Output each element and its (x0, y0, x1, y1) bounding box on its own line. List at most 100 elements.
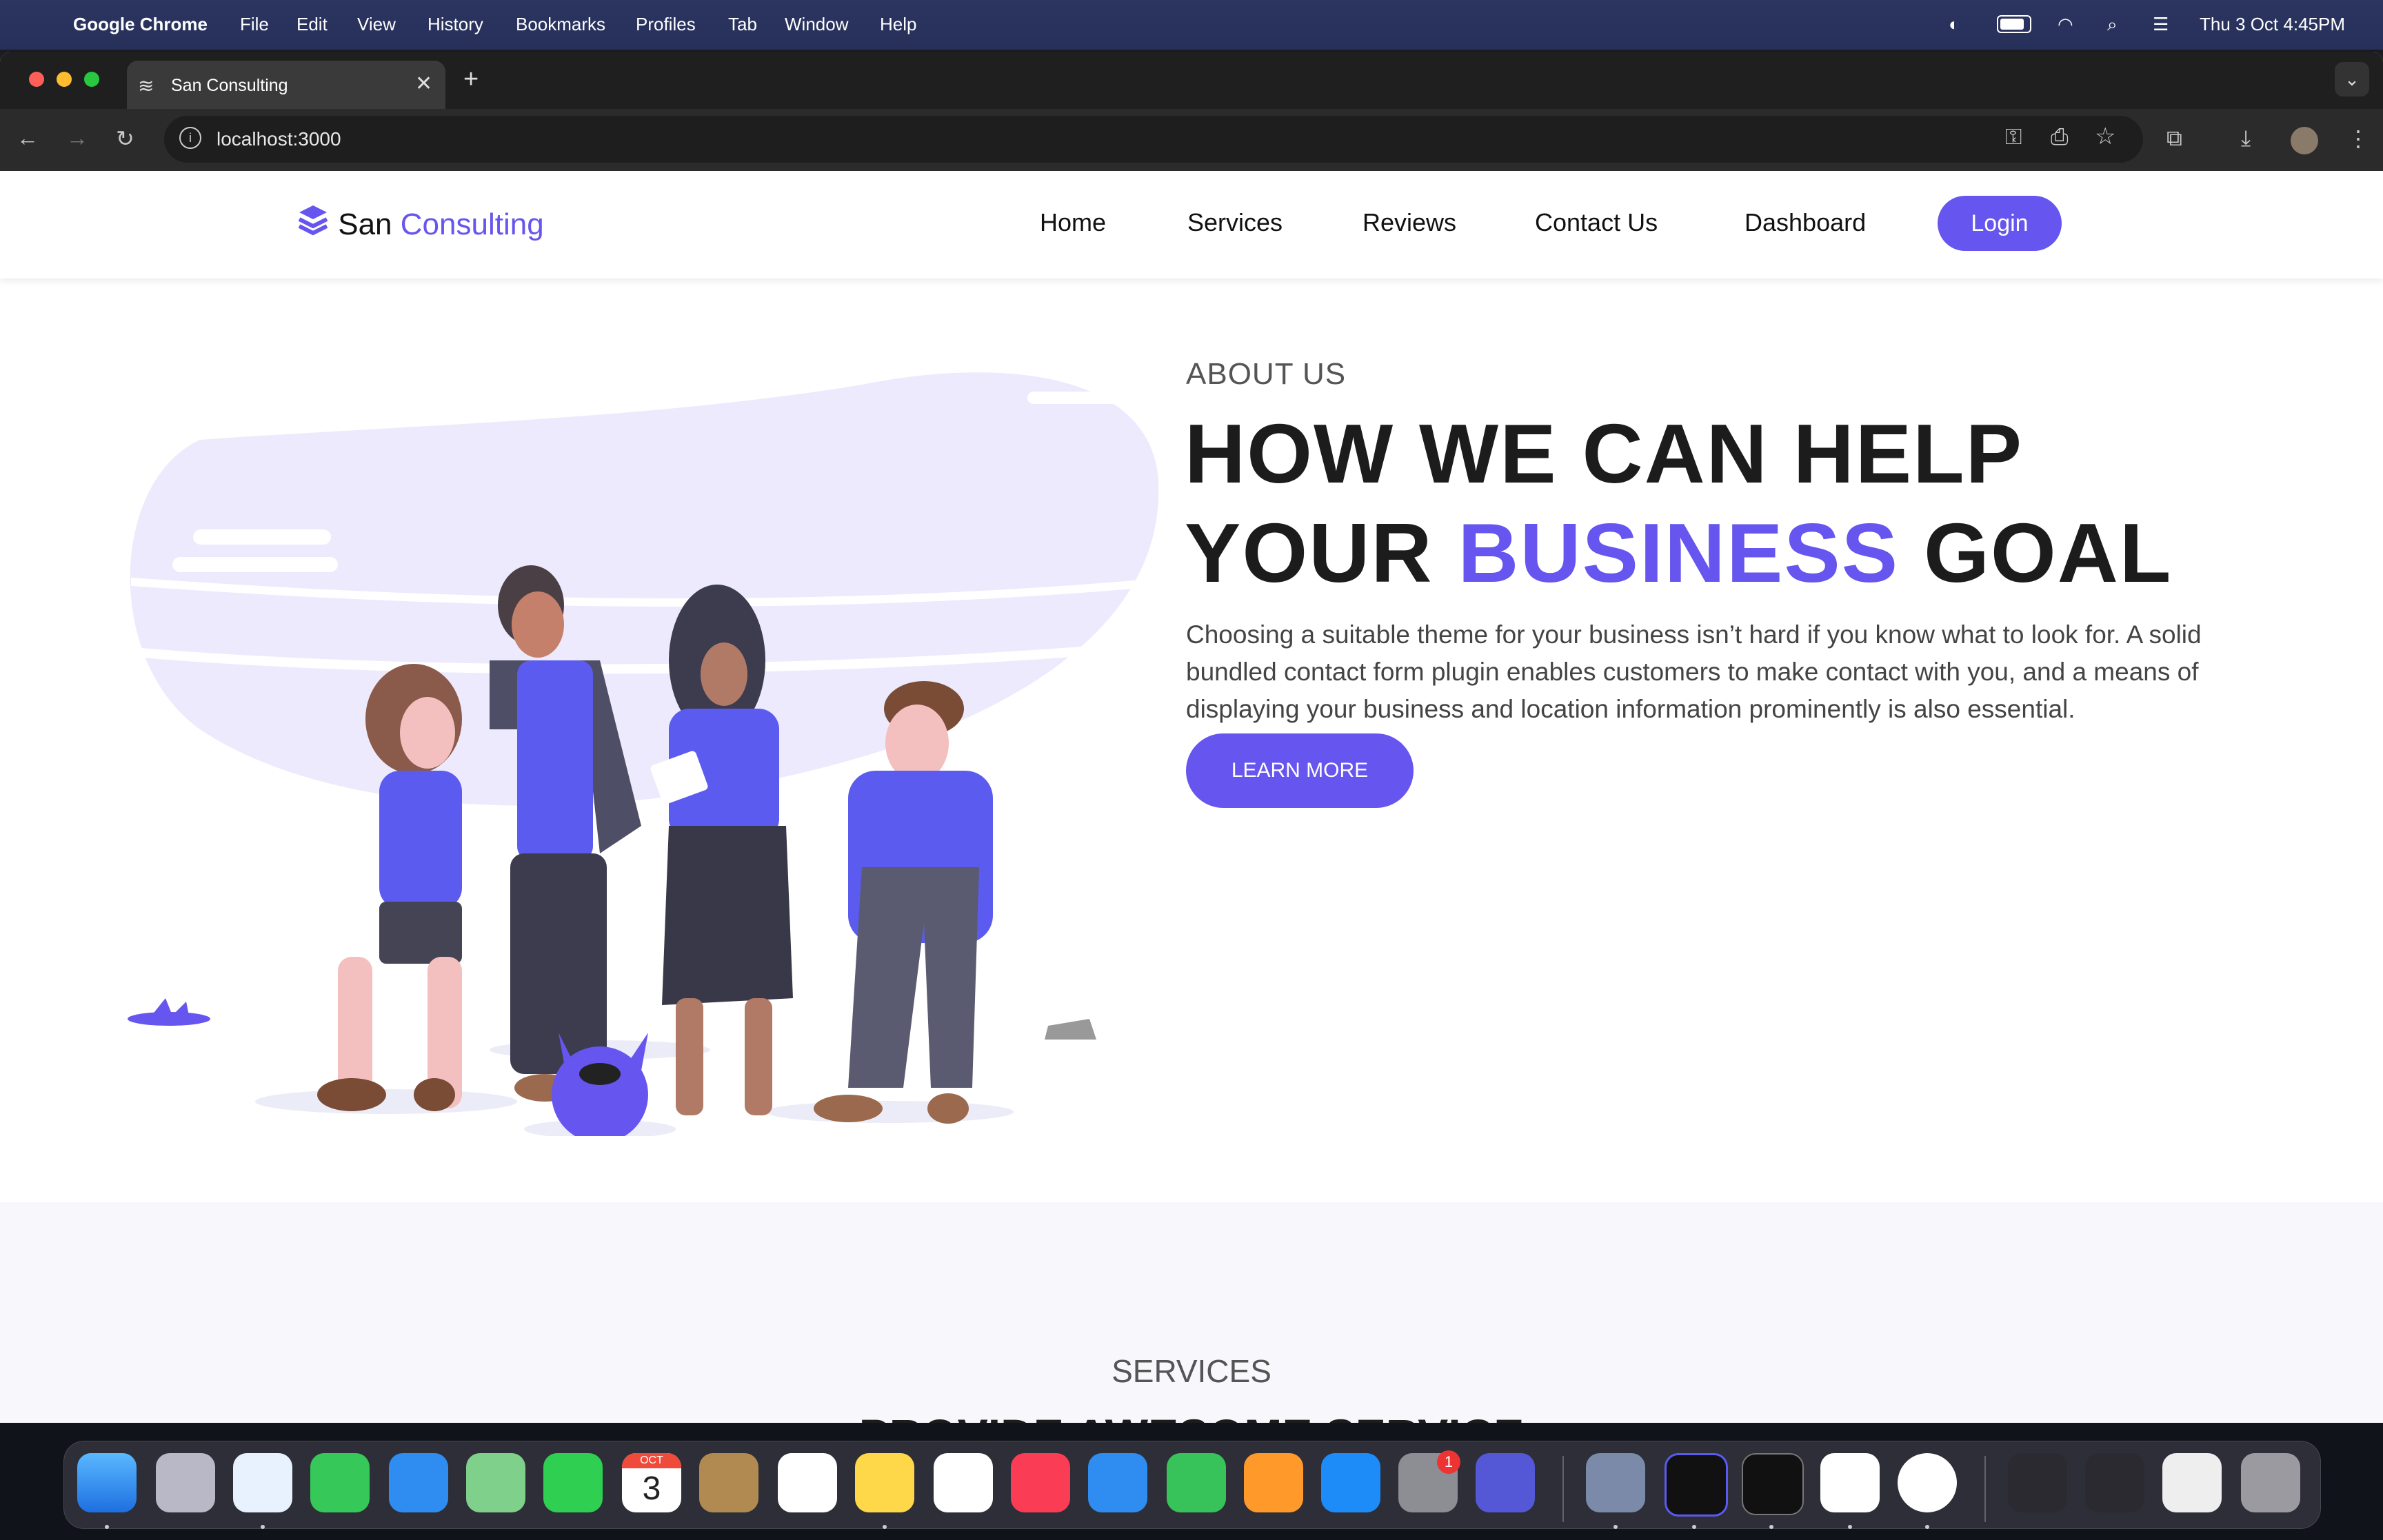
site-logo[interactable]: San Consulting (296, 204, 544, 242)
status-app-icon[interactable]: ◐ (1949, 14, 1960, 35)
messages-icon[interactable] (310, 1453, 370, 1512)
bookmark-star-icon[interactable]: ☆ (2095, 123, 2115, 150)
site-info-icon[interactable]: i (179, 127, 201, 149)
hero-title-goal: GOAL (1924, 506, 2173, 600)
menu-view[interactable]: View (357, 14, 396, 35)
back-arrow-icon[interactable]: ← (17, 125, 39, 151)
mail-icon[interactable] (389, 1453, 448, 1512)
nav-dashboard[interactable]: Dashboard (1744, 208, 1866, 237)
minimized-window-1[interactable] (2008, 1453, 2067, 1512)
services-eyebrow: SERVICES (1112, 1353, 1271, 1389)
wifi-icon[interactable]: ◠ (2058, 14, 2073, 35)
chrome-icon[interactable] (1898, 1453, 1957, 1512)
vscode-icon[interactable] (1820, 1453, 1880, 1512)
freeform-icon[interactable] (934, 1453, 993, 1512)
tab-close-icon[interactable]: ✕ (415, 72, 432, 96)
new-tab-button[interactable]: + (463, 65, 479, 94)
tab-strip: ≋ San Consulting ✕ + ⌄ (0, 52, 2383, 109)
running-indicator (1848, 1525, 1852, 1529)
hero-title-your: YOUR (1185, 506, 1434, 600)
spotlight-search-icon[interactable]: ⌕ (2107, 14, 2118, 36)
keynote-icon[interactable] (1088, 1453, 1147, 1512)
menu-tab[interactable]: Tab (728, 14, 757, 35)
password-key-icon[interactable]: ⚿ (2005, 124, 2022, 150)
calendar-day: 3 (642, 1470, 661, 1507)
profile-avatar[interactable] (2291, 127, 2318, 154)
window-minimize-button[interactable] (57, 72, 72, 87)
team-illustration (124, 372, 1165, 1136)
menu-edit[interactable]: Edit (296, 14, 328, 35)
safari-icon[interactable] (233, 1453, 292, 1512)
menu-file[interactable]: File (240, 14, 269, 35)
maps-icon[interactable] (466, 1453, 525, 1512)
menu-history[interactable]: History (428, 14, 483, 35)
menubar-clock[interactable]: Thu 3 Oct 4:45PM (2200, 14, 2345, 35)
hero-title-line-2: YOUR BUSINESS GOAL (1185, 505, 2172, 601)
brand-name-second: Consulting (400, 207, 544, 241)
running-indicator (105, 1525, 109, 1529)
learn-more-button[interactable]: LEARN MORE (1186, 733, 1414, 808)
url-text: localhost:3000 (217, 128, 341, 150)
calendar-icon[interactable]: OCT 3 (622, 1453, 681, 1512)
terminal-icon[interactable] (1742, 1453, 1804, 1515)
running-indicator (1613, 1525, 1618, 1529)
menu-bookmarks[interactable]: Bookmarks (516, 14, 605, 35)
menu-app-name[interactable]: Google Chrome (73, 14, 208, 35)
reminders-icon[interactable] (778, 1453, 837, 1512)
menu-help[interactable]: Help (880, 14, 916, 35)
hero-title-business: BUSINESS (1458, 506, 1900, 600)
running-indicator (261, 1525, 265, 1529)
dock-divider-2 (1984, 1456, 1986, 1522)
login-button[interactable]: Login (1938, 196, 2062, 251)
hero-eyebrow: ABOUT US (1186, 357, 1347, 391)
control-center-icon[interactable]: ☰ (2153, 14, 2169, 35)
nav-services[interactable]: Services (1187, 208, 1283, 237)
battery-icon[interactable] (1997, 15, 2031, 33)
running-indicator (1692, 1525, 1696, 1529)
services-title: PROVIDE AWESOME SERVICE (0, 1409, 2383, 1423)
intellij-idea-icon[interactable] (1665, 1453, 1728, 1517)
address-bar[interactable]: i localhost:3000 ⚿ ⎙ ☆ (164, 116, 2143, 163)
tab-san-consulting[interactable]: ≋ San Consulting ✕ (127, 61, 445, 109)
services-section (0, 1202, 2383, 1423)
nav-home[interactable]: Home (1040, 208, 1106, 237)
running-indicator (1925, 1525, 1929, 1529)
finder-icon[interactable] (77, 1453, 137, 1512)
contacts-icon[interactable] (699, 1453, 758, 1512)
forward-arrow-icon[interactable]: → (66, 125, 88, 151)
app-store-icon[interactable] (1321, 1453, 1380, 1512)
dock-divider (1562, 1456, 1564, 1522)
hero-title-line-1: HOW WE CAN HELP (1185, 407, 2024, 500)
running-indicator (1769, 1525, 1773, 1529)
browser-window: ≋ San Consulting ✕ + ⌄ ← → ↻ i localhost… (0, 52, 2383, 1423)
trash-icon[interactable] (2241, 1453, 2300, 1512)
numbers-icon[interactable] (1167, 1453, 1226, 1512)
minimized-window-3[interactable] (2162, 1453, 2222, 1512)
teams-icon[interactable] (1476, 1453, 1535, 1512)
preview-icon[interactable] (1586, 1453, 1645, 1512)
site-header: San Consulting Home Services Reviews Con… (0, 171, 2383, 278)
nav-reviews[interactable]: Reviews (1363, 208, 1456, 237)
extensions-icon[interactable]: ⧉ (2166, 125, 2182, 152)
pages-icon[interactable] (1244, 1453, 1303, 1512)
minimized-window-2[interactable] (2085, 1453, 2144, 1512)
launchpad-icon[interactable] (156, 1453, 215, 1512)
reload-icon[interactable]: ↻ (116, 125, 134, 152)
hero-paragraph: Choosing a suitable theme for your busin… (1186, 620, 2202, 723)
facetime-icon[interactable] (543, 1453, 603, 1512)
menu-profiles[interactable]: Profiles (636, 14, 696, 35)
window-zoom-button[interactable] (84, 72, 99, 87)
tab-search-chevron-icon[interactable]: ⌄ (2335, 62, 2369, 97)
music-icon[interactable] (1011, 1453, 1070, 1512)
menu-window[interactable]: Window (785, 14, 848, 35)
install-app-icon[interactable]: ⎙ (2051, 124, 2069, 150)
settings-notification-badge: 1 (1437, 1450, 1460, 1474)
tab-title: San Consulting (171, 76, 288, 95)
window-close-button[interactable] (29, 72, 44, 87)
running-indicator (883, 1525, 887, 1529)
notes-icon[interactable] (855, 1453, 914, 1512)
downloads-icon[interactable]: ⤓ (2241, 125, 2251, 152)
brand-name-first: San (338, 207, 392, 241)
chrome-menu-icon[interactable]: ⋮ (2347, 125, 2369, 152)
nav-contact-us[interactable]: Contact Us (1535, 208, 1658, 237)
